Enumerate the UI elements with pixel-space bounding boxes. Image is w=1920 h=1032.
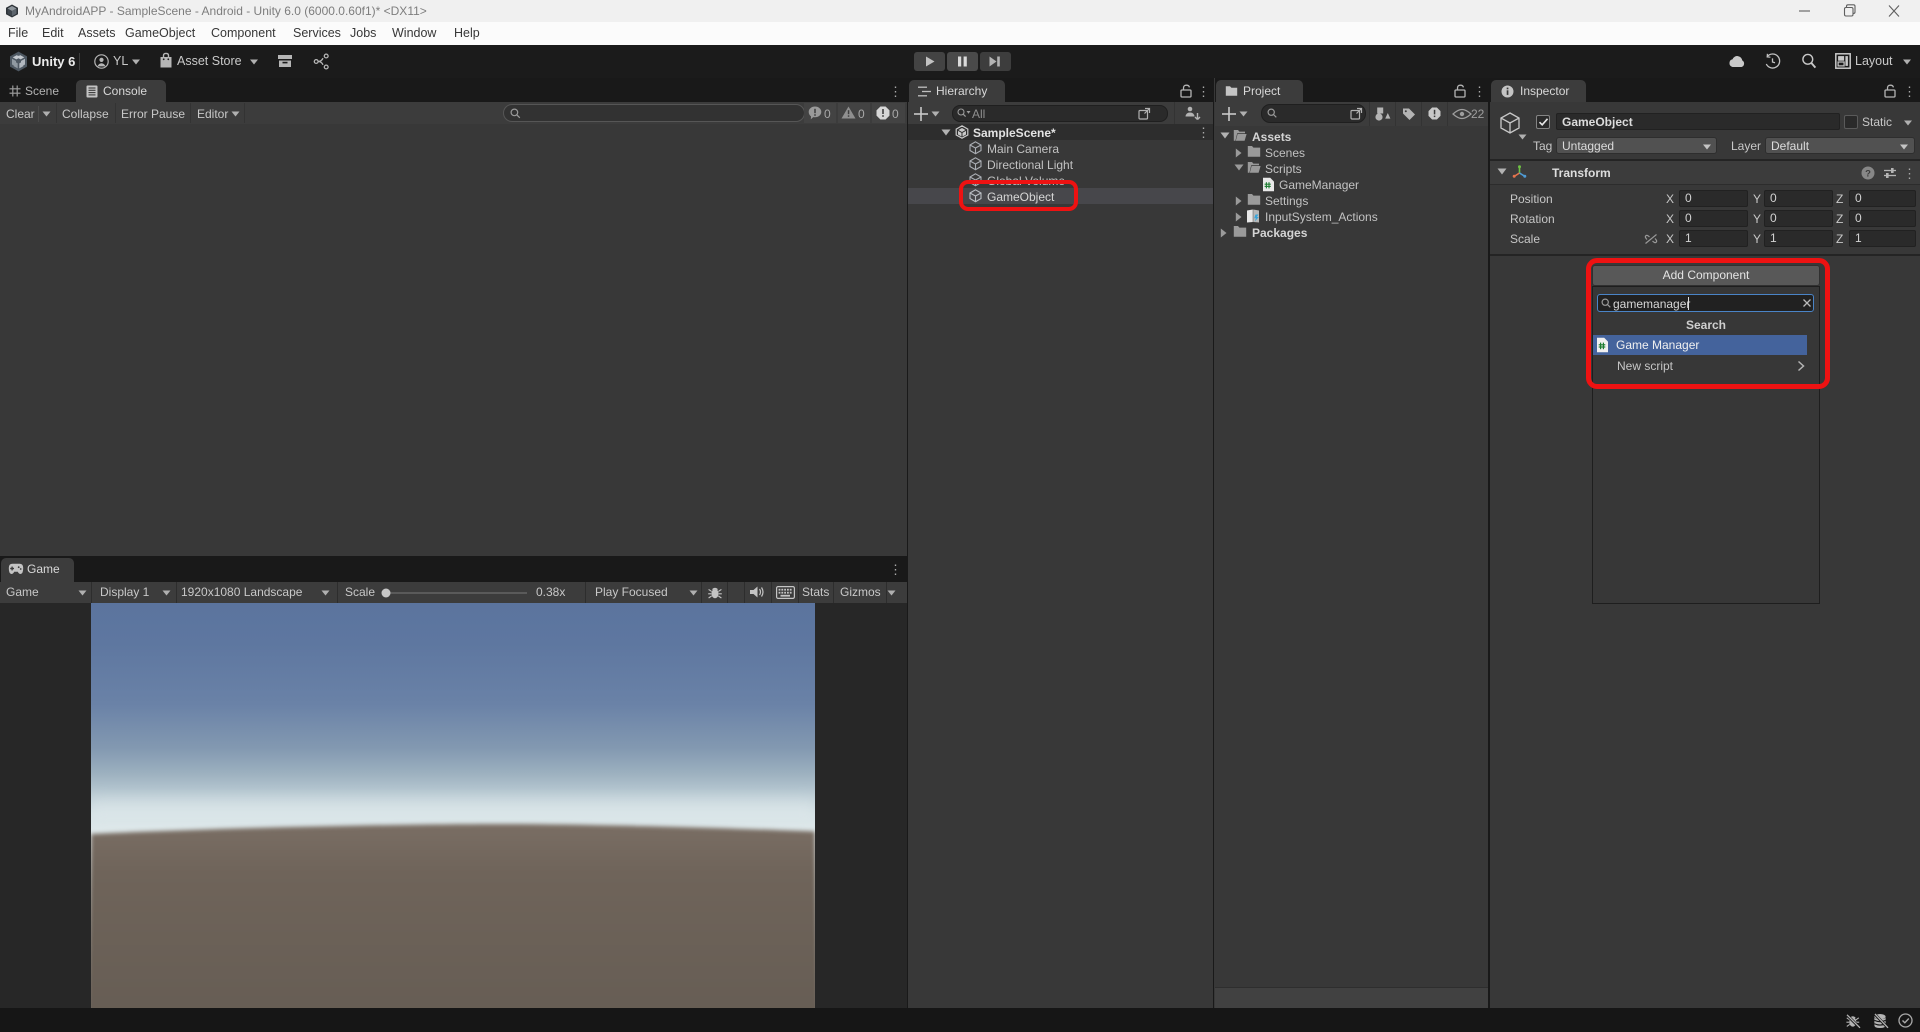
svg-text:?: ? [1865,168,1871,179]
